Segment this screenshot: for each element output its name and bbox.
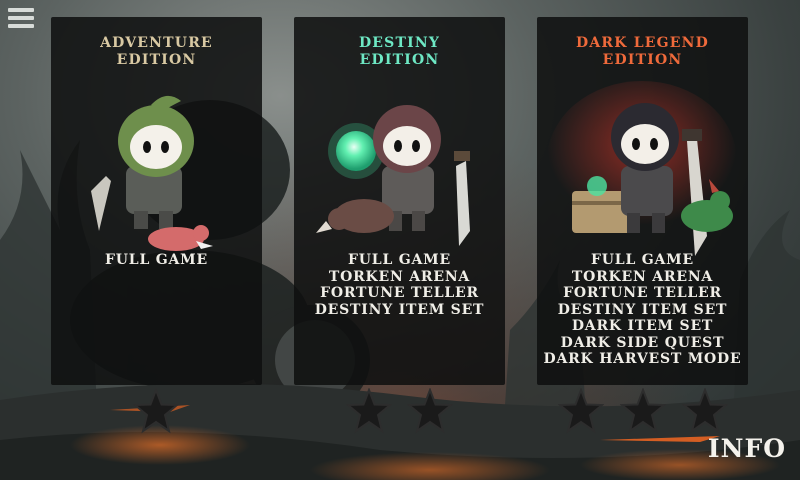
feature-item: DARK HARVEST MODE [543,351,742,367]
destiny-hero-illustration [316,105,470,246]
feature-item: DESTINY ITEM SET [314,301,485,318]
edition-card-destiny[interactable]: DESTINY EDITION FULL GAME TORKEN ARENA F… [294,17,505,385]
feature-item: FULL GAME [348,252,451,268]
feature-item: DESTINY ITEM SET [557,301,728,318]
edition-title: DESTINY EDITION [358,35,441,68]
feature-item: FORTUNE TELLER [563,285,722,301]
info-button[interactable]: INFO [708,434,786,463]
feature-list: FULL GAME [51,252,262,269]
feature-item: TORKEN ARENA [571,268,714,285]
edition-title: DARK LEGEND EDITION [576,35,709,68]
star-rating-destiny [346,388,456,438]
feature-item: DARK ITEM SET [571,318,714,334]
star-icon [346,388,392,434]
feature-item: DARK SIDE QUEST [560,334,725,351]
feature-list: FULL GAME TORKEN ARENA FORTUNE TELLER DE… [294,252,505,318]
star-icon [133,388,179,434]
star-icon [620,388,666,434]
edition-title: ADVENTURE EDITION [100,35,213,68]
edition-card-dark-legend[interactable]: DARK LEGEND EDITION FULL GAME TORKEN ARE… [537,17,748,385]
star-rating-dark-legend [558,388,728,438]
adventure-hero-illustration [91,95,213,251]
star-rating-adventure [133,388,179,438]
star-icon [407,388,453,434]
dark-legend-hero-illustration [547,81,737,256]
feature-item: FORTUNE TELLER [320,285,479,301]
feature-item: TORKEN ARENA [328,268,471,285]
feature-item: FULL GAME [591,252,694,268]
feature-list: FULL GAME TORKEN ARENA FORTUNE TELLER DE… [537,252,748,368]
hamburger-menu-icon[interactable] [8,8,34,32]
star-icon [558,388,604,434]
edition-card-adventure[interactable]: ADVENTURE EDITION FULL GAME [51,17,262,385]
feature-item: FULL GAME [105,252,208,268]
star-icon [682,388,728,434]
